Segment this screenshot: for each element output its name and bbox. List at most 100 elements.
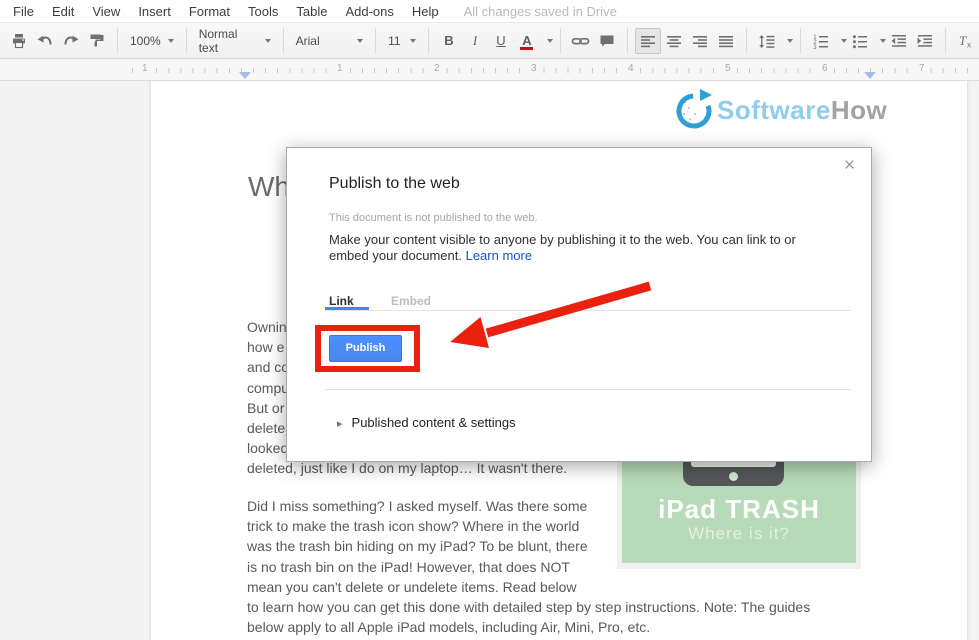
underline-icon: U [496,33,505,48]
ruler-number: 1 [139,63,151,74]
align-left-icon [639,32,657,50]
paint-format-icon [88,32,106,50]
font-value: Arial [296,34,320,48]
align-left-button[interactable] [635,28,661,54]
ruler-ticks [132,68,972,73]
zoom-value: 100% [130,34,161,48]
close-icon[interactable]: × [844,156,855,175]
increase-indent-button[interactable] [912,28,938,54]
bold-button[interactable]: B [436,28,462,54]
toolbar-separator [560,28,561,53]
align-center-icon [665,32,683,50]
image-subtitle: Where is it? [622,524,856,544]
save-status-text: All changes saved in Drive [464,4,617,19]
underline-button[interactable]: U [488,28,514,54]
disclosure-label: Published content & settings [352,415,516,430]
tab-link[interactable]: Link [329,294,354,308]
font-select[interactable]: Arial [291,28,369,54]
redo-icon [62,32,80,50]
toolbar-separator [945,28,946,53]
numbered-list-icon: 123 [812,32,830,50]
italic-button[interactable]: I [462,28,488,54]
toolbar-separator [627,28,628,53]
ruler-number: 7 [916,63,928,74]
logo-wordmark: SoftwareHow [717,95,887,126]
clear-formatting-button[interactable]: T x [953,28,979,54]
dialog-description: Make your content visible to anyone by p… [329,232,796,264]
menu-format[interactable]: Format [180,4,239,19]
paragraph-style-select[interactable]: Normal text [194,28,276,54]
insert-link-button[interactable] [568,28,594,54]
menu-bar: File Edit View Insert Format Tools Table… [0,0,979,22]
chevron-down-icon[interactable] [547,39,553,43]
line-spacing-button[interactable] [754,28,780,54]
image-title: iPad TRASH [622,494,856,525]
right-indent-marker[interactable] [864,72,876,79]
menu-view[interactable]: View [83,4,129,19]
tab-embed[interactable]: Embed [391,294,431,308]
chevron-down-icon[interactable] [787,39,793,43]
menu-help[interactable]: Help [403,4,448,19]
comment-button[interactable] [594,28,620,54]
ruler-number: 4 [625,63,637,74]
menu-file[interactable]: File [4,4,43,19]
svg-text:T: T [959,33,967,48]
description-line-1: Make your content visible to anyone by p… [329,232,796,247]
text-color-button[interactable]: A [514,28,540,54]
align-right-button[interactable] [687,28,713,54]
text-line: mean you can't delete or undelete items.… [247,577,810,597]
disclosure-triangle-icon: ▸ [337,418,343,430]
menu-table[interactable]: Table [287,4,336,19]
justify-button[interactable] [713,28,739,54]
menu-edit[interactable]: Edit [43,4,83,19]
logo-software: Software [717,95,831,125]
published-content-settings-toggle[interactable]: ▸ Published content & settings [337,415,516,430]
paint-format-button[interactable] [84,28,110,54]
toolbar-separator [375,28,376,53]
bold-icon: B [444,33,453,48]
ruler: 1 1 2 3 4 5 6 7 [0,60,979,81]
toolbar-separator [117,28,118,53]
menu-tools[interactable]: Tools [239,4,287,19]
insert-link-icon [571,32,590,50]
undo-button[interactable] [32,28,58,54]
bulleted-list-button[interactable] [847,28,873,54]
toolbar-separator [746,28,747,53]
numbered-list-button[interactable]: 123 [808,28,834,54]
print-icon [10,32,28,50]
text-line: below apply to all Apple iPad models, in… [247,617,810,637]
toolbar-separator [428,28,429,53]
left-indent-marker[interactable] [239,72,251,79]
menu-addons[interactable]: Add-ons [336,4,402,19]
print-button[interactable] [6,28,32,54]
chevron-down-icon [357,39,363,43]
redo-button[interactable] [58,28,84,54]
softwarehow-logo [673,88,715,139]
menu-insert[interactable]: Insert [129,4,180,19]
learn-more-link[interactable]: Learn more [466,248,532,263]
clear-formatting-icon: T x [956,32,975,50]
toolbar-separator [800,28,801,53]
logo-circle-arrow-icon [673,88,715,134]
red-rect-annotation [315,325,420,372]
red-arrow-annotation [440,272,665,356]
ruler-number: 1 [334,63,346,74]
align-center-button[interactable] [661,28,687,54]
decrease-indent-icon [890,32,908,50]
bulleted-list-icon [851,32,869,50]
undo-icon [36,32,54,50]
svg-text:3: 3 [813,45,817,50]
document-heading: Wh [248,171,290,203]
font-size-select[interactable]: 11 [383,28,421,54]
ruler-number: 6 [819,63,831,74]
align-right-icon [691,32,709,50]
toolbar-separator [186,28,187,53]
svg-text:x: x [967,40,971,49]
toolbar: 100% Normal text Arial 11 B I U [0,22,979,59]
ipad-home-button [729,472,738,481]
dialog-title: Publish to the web [329,175,460,193]
font-size-value: 11 [388,34,400,48]
decrease-indent-button[interactable] [886,28,912,54]
paragraph-style-value: Normal text [199,27,258,55]
zoom-select[interactable]: 100% [125,28,179,54]
